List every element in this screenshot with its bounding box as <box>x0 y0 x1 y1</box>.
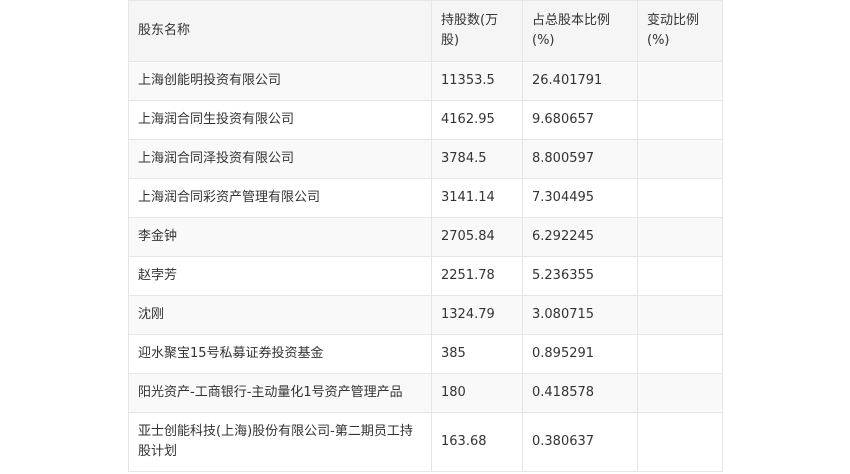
cell-name: 上海创能明投资有限公司 <box>128 61 432 101</box>
cell-name: 沈刚 <box>128 295 432 335</box>
cell-change <box>637 256 723 296</box>
cell-ratio: 0.418578 <box>522 373 638 413</box>
cell-change <box>637 61 723 101</box>
cell-name: 阳光资产-工商银行-主动量化1号资产管理产品 <box>128 373 432 413</box>
table-row: 阳光资产-工商银行-主动量化1号资产管理产品 180 0.418578 <box>128 373 723 413</box>
cell-shares: 2705.84 <box>431 217 523 257</box>
cell-shares: 1324.79 <box>431 295 523 335</box>
cell-shares: 3141.14 <box>431 178 523 218</box>
cell-ratio: 8.800597 <box>522 139 638 179</box>
cell-name: 上海润合同彩资产管理有限公司 <box>128 178 432 218</box>
cell-ratio: 0.895291 <box>522 334 638 374</box>
cell-shares: 3784.5 <box>431 139 523 179</box>
cell-shares: 385 <box>431 334 523 374</box>
table-row: 亚士创能科技(上海)股份有限公司-第二期员工持股计划 163.68 0.3806… <box>128 412 723 472</box>
cell-name: 上海润合同泽投资有限公司 <box>128 139 432 179</box>
cell-change <box>637 334 723 374</box>
cell-change <box>637 412 723 472</box>
cell-change <box>637 373 723 413</box>
table-row: 李金钟 2705.84 6.292245 <box>128 217 723 257</box>
cell-shares: 180 <box>431 373 523 413</box>
cell-ratio: 6.292245 <box>522 217 638 257</box>
cell-shares: 2251.78 <box>431 256 523 296</box>
cell-name: 迎水聚宝15号私募证券投资基金 <box>128 334 432 374</box>
cell-shares: 11353.5 <box>431 61 523 101</box>
table-row: 沈刚 1324.79 3.080715 <box>128 295 723 335</box>
cell-change <box>637 139 723 179</box>
cell-ratio: 5.236355 <box>522 256 638 296</box>
cell-shares: 4162.95 <box>431 100 523 140</box>
cell-name: 亚士创能科技(上海)股份有限公司-第二期员工持股计划 <box>128 412 432 472</box>
cell-change <box>637 178 723 218</box>
table-row: 上海润合同泽投资有限公司 3784.5 8.800597 <box>128 139 723 179</box>
cell-change <box>637 217 723 257</box>
cell-ratio: 0.380637 <box>522 412 638 472</box>
cell-name: 上海润合同生投资有限公司 <box>128 100 432 140</box>
table-row: 赵孛芳 2251.78 5.236355 <box>128 256 723 296</box>
cell-change <box>637 295 723 335</box>
table-row: 上海创能明投资有限公司 11353.5 26.401791 <box>128 61 723 101</box>
cell-shares: 163.68 <box>431 412 523 472</box>
cell-ratio: 3.080715 <box>522 295 638 335</box>
table-row: 迎水聚宝15号私募证券投资基金 385 0.895291 <box>128 334 723 374</box>
header-change-ratio: 变动比例(%) <box>637 0 723 62</box>
cell-ratio: 26.401791 <box>522 61 638 101</box>
table-row: 上海润合同彩资产管理有限公司 3141.14 7.304495 <box>128 178 723 218</box>
shareholder-table-container: 股东名称 持股数(万股) 占总股本比例(%) 变动比例(%) 上海创能明投资有限… <box>128 0 723 472</box>
header-shares: 持股数(万股) <box>431 0 523 62</box>
cell-ratio: 7.304495 <box>522 178 638 218</box>
cell-name: 赵孛芳 <box>128 256 432 296</box>
cell-change <box>637 100 723 140</box>
cell-ratio: 9.680657 <box>522 100 638 140</box>
cell-name: 李金钟 <box>128 217 432 257</box>
header-share-ratio: 占总股本比例(%) <box>522 0 638 62</box>
table-row: 上海润合同生投资有限公司 4162.95 9.680657 <box>128 100 723 140</box>
header-shareholder-name: 股东名称 <box>128 0 432 62</box>
table-header-row: 股东名称 持股数(万股) 占总股本比例(%) 变动比例(%) <box>128 0 723 62</box>
shareholder-table: 股东名称 持股数(万股) 占总股本比例(%) 变动比例(%) 上海创能明投资有限… <box>128 0 723 472</box>
